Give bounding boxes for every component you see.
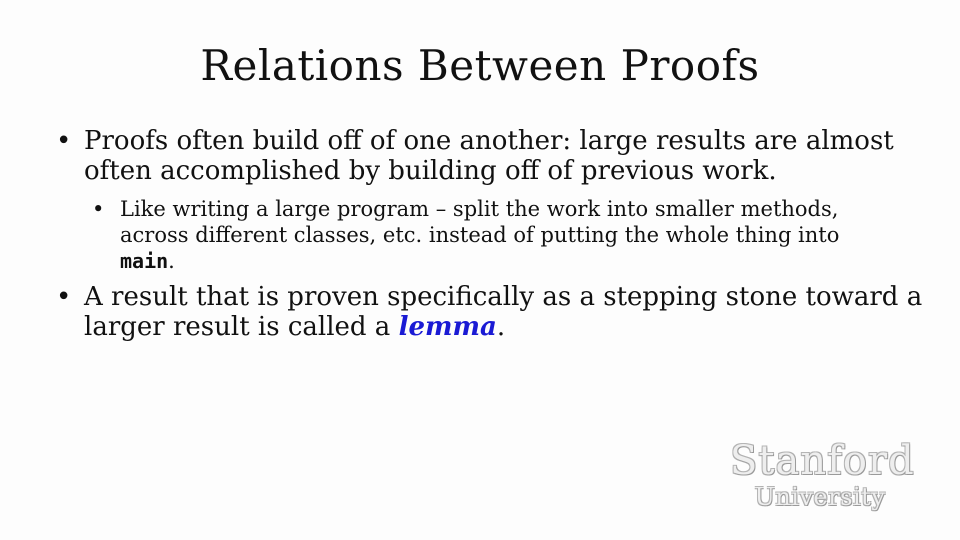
bullet-item-2: • A result that is proven specifically a… bbox=[56, 282, 936, 342]
slide: Relations Between Proofs • Proofs often … bbox=[0, 0, 960, 540]
bullet-list: • Proofs often build off of one another:… bbox=[56, 126, 936, 352]
stanford-logo: Stanford University bbox=[730, 438, 915, 512]
bullet-item-1: • Proofs often build off of one another:… bbox=[56, 126, 936, 186]
bullet-dot-icon: • bbox=[92, 197, 105, 221]
slide-title: Relations Between Proofs bbox=[200, 41, 760, 90]
code-main: main bbox=[120, 249, 169, 273]
sub-bullet-text-after: . bbox=[168, 249, 175, 273]
lemma-term: lemma bbox=[398, 312, 497, 342]
logo-line-university: University bbox=[754, 483, 886, 511]
bullet-text-after: . bbox=[496, 312, 506, 342]
bullet-text: Proofs often build off of one another: l… bbox=[84, 126, 894, 186]
bullet-dot-icon: • bbox=[56, 282, 72, 312]
sub-bullet-text-before: Like writing a large program – split the… bbox=[120, 197, 840, 247]
sub-bullet-item: • Like writing a large program – split t… bbox=[92, 196, 900, 274]
logo-line-stanford: Stanford bbox=[730, 438, 915, 484]
bullet-dot-icon: • bbox=[56, 126, 72, 156]
